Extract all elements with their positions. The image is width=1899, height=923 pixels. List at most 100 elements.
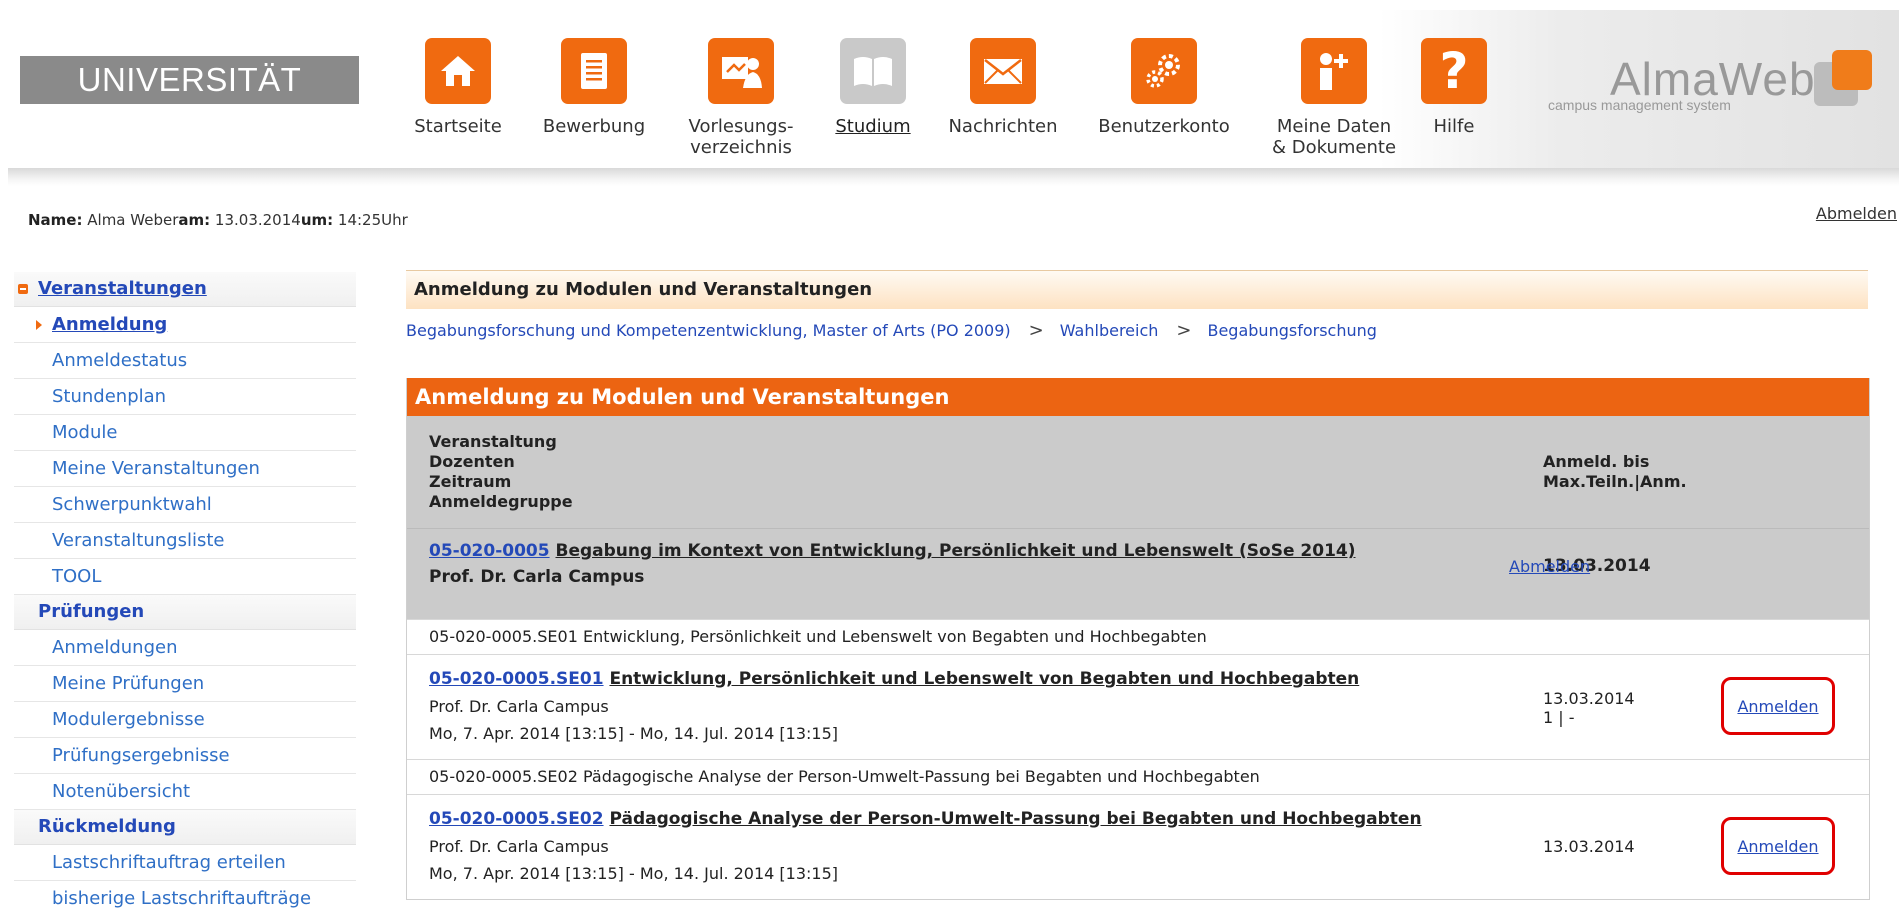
document-icon [561, 38, 627, 104]
breadcrumb-item-begabungsforschung[interactable]: Begabungsforschung [1207, 321, 1376, 340]
almaweb-logo[interactable]: AlmaWeb campus management system [1548, 50, 1878, 126]
header-right: Anmeld. bis Max.Teiln.|Anm. [1543, 452, 1687, 492]
abmelden-link[interactable]: Abmelden [1509, 557, 1590, 576]
sidebar-item-modulergebnisse[interactable]: Modulergebnisse [14, 702, 356, 738]
sidebar-item-stundenplan[interactable]: Stundenplan [14, 379, 356, 415]
person-plus-icon [1301, 38, 1367, 104]
sidebar-item-anmeldung[interactable]: Anmeldung [14, 307, 356, 343]
collapse-icon[interactable] [18, 284, 28, 294]
sidebar-section-title[interactable]: Veranstaltungen [38, 278, 207, 299]
nav-startseite[interactable]: Startseite [410, 38, 506, 137]
nav-meine-daten[interactable]: Meine Daten & Dokumente [1264, 38, 1404, 158]
sidebar-item-meine-pruefungen[interactable]: Meine Prüfungen [14, 666, 356, 702]
sidebar-item-pruefungsergebnisse[interactable]: Prüfungsergebnisse [14, 738, 356, 774]
presentation-icon [708, 38, 774, 104]
nav-label: Meine Daten [1276, 116, 1392, 137]
course-code-link[interactable]: 05-020-0005.SE01 [429, 669, 604, 689]
course-name: Entwicklung, Persönlichkeit und Lebenswe… [609, 669, 1360, 689]
book-icon [840, 38, 906, 104]
breadcrumb: Begabungsforschung und Kompetenzentwickl… [406, 319, 1868, 343]
logout-link[interactable]: Abmelden [1816, 204, 1897, 223]
envelope-icon [970, 38, 1036, 104]
name-label: Name: [28, 211, 83, 229]
table-row: 05-020-0005.SE02 Pädagogische Analyse de… [407, 794, 1869, 899]
course-title: 05-020-0005.SE02 Pädagogische Analyse de… [429, 809, 1422, 829]
breadcrumb-item-program[interactable]: Begabungsforschung und Kompetenzentwickl… [406, 321, 1011, 340]
course-deadline: 13.03.2014 [1543, 689, 1635, 708]
sidebar-item-veranstaltungsliste[interactable]: Veranstaltungsliste [14, 523, 356, 559]
col-anmeld-bis: Anmeld. bis [1543, 452, 1650, 471]
home-icon [425, 38, 491, 104]
nav-label: Nachrichten [948, 116, 1058, 137]
sidebar-section-pruefungen[interactable]: Prüfungen [14, 595, 356, 630]
table-header: Veranstaltung Dozenten Zeitraum Anmeldeg… [407, 416, 1869, 528]
course-code-link[interactable]: 05-020-0005.SE02 [429, 809, 604, 829]
header-left: Veranstaltung Dozenten Zeitraum Anmeldeg… [429, 432, 573, 512]
sidebar-item-module[interactable]: Module [14, 415, 356, 451]
session-date: 13.03.2014 [214, 211, 301, 229]
brand-sub: campus management system [1548, 97, 1731, 113]
time-label: um: [300, 211, 334, 229]
sidebar-item-meine-veranstaltungen[interactable]: Meine Veranstaltungen [14, 451, 356, 487]
course-capacity: 1 | - [1543, 708, 1575, 727]
gears-icon [1131, 38, 1197, 104]
nav-label-2: verzeichnis [690, 137, 792, 158]
sidebar-item-tool[interactable]: TOOL [14, 559, 356, 595]
breadcrumb-sep: > [1176, 320, 1192, 341]
col-zeitraum: Zeitraum [429, 472, 512, 491]
col-dozenten: Dozenten [429, 452, 515, 471]
breadcrumb-item-wahlbereich[interactable]: Wahlbereich [1060, 321, 1159, 340]
col-anmeldegruppe: Anmeldegruppe [429, 492, 573, 511]
sidebar: Veranstaltungen Anmeldung Anmeldestatus … [14, 272, 356, 916]
table-title: Anmeldung zu Modulen und Veranstaltungen [407, 378, 1869, 416]
sidebar-section-rueckmeldung[interactable]: Rückmeldung [14, 810, 356, 845]
sidebar-item-notenuebersicht[interactable]: Notenübersicht [14, 774, 356, 810]
nav-benutzerkonto[interactable]: Benutzerkonto [1092, 38, 1236, 137]
course-deadline: 13.03.2014 [1543, 837, 1635, 856]
sidebar-section-veranstaltungen[interactable]: Veranstaltungen [14, 272, 356, 307]
header-separator [8, 168, 1899, 186]
course-title: 05-020-0005.SE01 Entwicklung, Persönlich… [429, 669, 1359, 689]
anmelden-link[interactable]: Anmelden [1724, 837, 1832, 856]
module-lecturer: Prof. Dr. Carla Campus [429, 567, 645, 587]
table-row: 05-020-0005.SE01 Entwicklung, Persönlich… [407, 654, 1869, 759]
module-name: Begabung im Kontext von Entwicklung, Per… [555, 541, 1356, 561]
nav-hilfe[interactable]: ? Hilfe [1420, 38, 1488, 137]
group-row: 05-020-0005.SE01 Entwicklung, Persönlich… [407, 619, 1869, 654]
nav-label: Studium [835, 116, 911, 137]
col-max-teiln: Max.Teiln.|Anm. [1543, 472, 1687, 491]
date-label: am: [178, 211, 211, 229]
course-lecturer: Prof. Dr. Carla Campus [429, 837, 609, 856]
header: UNIVERSITÄT LEIPZIG Startseite Bewerbung… [0, 0, 1899, 168]
arrow-right-icon [36, 320, 42, 330]
sidebar-item-label: Anmeldung [52, 314, 168, 335]
nav-label: Startseite [414, 116, 502, 137]
course-name: Pädagogische Analyse der Person-Umwelt-P… [609, 809, 1422, 829]
anmelden-link[interactable]: Anmelden [1724, 697, 1832, 716]
breadcrumb-sep: > [1028, 320, 1044, 341]
nav-nachrichten[interactable]: Nachrichten [945, 38, 1061, 137]
course-period: Mo, 7. Apr. 2014 [13:15] - Mo, 14. Jul. … [429, 864, 839, 883]
col-veranstaltung: Veranstaltung [429, 432, 557, 451]
module-code-link[interactable]: 05-020-0005 [429, 541, 550, 561]
nav-bewerbung[interactable]: Bewerbung [538, 38, 650, 137]
nav-label: Bewerbung [542, 116, 646, 137]
sidebar-item-schwerpunktwahl[interactable]: Schwerpunktwahl [14, 487, 356, 523]
main-content: Anmeldung zu Modulen und Veranstaltungen… [406, 270, 1870, 900]
group-row: 05-020-0005.SE02 Pädagogische Analyse de… [407, 759, 1869, 794]
sidebar-item-bisherige-lastschriftauftraege[interactable]: bisherige Lastschriftaufträge [14, 881, 356, 916]
sidebar-item-anmeldestatus[interactable]: Anmeldestatus [14, 343, 356, 379]
sidebar-item-lastschriftauftrag[interactable]: Lastschriftauftrag erteilen [14, 845, 356, 881]
anmelden-button[interactable]: Anmelden [1721, 817, 1835, 875]
nav-studium[interactable]: Studium [827, 38, 919, 137]
course-lecturer: Prof. Dr. Carla Campus [429, 697, 609, 716]
anmelden-button[interactable]: Anmelden [1721, 677, 1835, 735]
registration-table: Anmeldung zu Modulen und Veranstaltungen… [406, 378, 1870, 900]
course-period: Mo, 7. Apr. 2014 [13:15] - Mo, 14. Jul. … [429, 724, 839, 743]
module-row: 05-020-0005 Begabung im Kontext von Entw… [407, 528, 1869, 619]
question-icon: ? [1421, 38, 1487, 104]
sidebar-item-anmeldungen[interactable]: Anmeldungen [14, 630, 356, 666]
nav-vorlesungsverzeichnis[interactable]: Vorlesungs- verzeichnis [683, 38, 799, 158]
university-logo[interactable]: UNIVERSITÄT LEIPZIG [20, 56, 359, 146]
page-title: Anmeldung zu Modulen und Veranstaltungen [406, 270, 1868, 309]
